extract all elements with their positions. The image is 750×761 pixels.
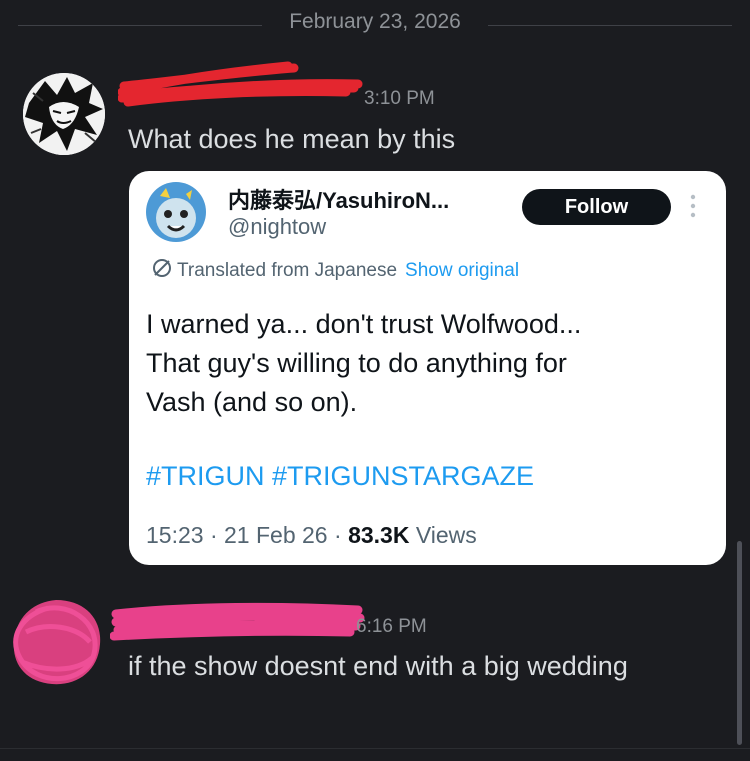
- tweet-metadata: 15:23 · 21 Feb 26 · 83.3K Views: [146, 522, 477, 549]
- author-handle[interactable]: @nightow: [228, 214, 326, 240]
- views-label: Views: [415, 522, 477, 548]
- redacted-avatar[interactable]: [6, 592, 106, 692]
- bottom-divider: [0, 748, 750, 749]
- tweet-body-line: I warned ya... don't trust Wolfwood...: [146, 309, 582, 339]
- cartoon-avatar-image: [146, 182, 206, 242]
- tweet-body-line: Vash (and so on).: [146, 387, 358, 417]
- translate-icon: [153, 259, 171, 277]
- follow-button[interactable]: Follow: [522, 189, 671, 225]
- redacted-username: [118, 61, 363, 107]
- redacted-username: [110, 602, 365, 641]
- message-timestamp: 3:10 PM: [364, 88, 435, 109]
- translated-label: Translated from Japanese: [177, 260, 398, 281]
- tweet-body-line: That guy's willing to do anything for: [146, 348, 567, 378]
- tweet-body: I warned ya... don't trust Wolfwood... T…: [146, 305, 706, 422]
- hashtag-link[interactable]: #TRIGUNSTARGAZE: [272, 461, 534, 491]
- tweet-embed-card[interactable]: 内藤泰弘/YasuhiroN... @nightow Follow Transl…: [129, 171, 726, 565]
- message-text: What does he mean by this: [128, 124, 456, 154]
- translation-notice: Translated from Japanese Show original: [151, 257, 519, 282]
- date-divider: February 23, 2026: [289, 10, 461, 33]
- more-options-icon[interactable]: [687, 193, 699, 219]
- author-display-name[interactable]: 内藤泰弘/YasuhiroN...: [228, 183, 449, 215]
- show-original-link[interactable]: Show original: [405, 260, 519, 281]
- scrollbar[interactable]: [737, 541, 742, 745]
- separator-dot: ·: [334, 522, 342, 548]
- views-count: 83.3K: [348, 522, 410, 548]
- separator-dot: ·: [209, 522, 218, 548]
- hashtag-link[interactable]: #TRIGUN: [146, 461, 265, 491]
- message-text: if the show doesnt end with a big weddin…: [128, 651, 628, 681]
- chat-view: February 23, 2026 3:10 PM What does he m…: [0, 0, 750, 761]
- manga-avatar-image: [23, 73, 105, 155]
- tweet-date[interactable]: 21 Feb 26: [224, 522, 328, 548]
- avatar[interactable]: [23, 73, 105, 155]
- message-timestamp: 6:16 PM: [356, 616, 427, 637]
- author-avatar[interactable]: [146, 182, 206, 242]
- tweet-time[interactable]: 15:23: [146, 522, 204, 548]
- hashtag-row: #TRIGUN #TRIGUNSTARGAZE: [146, 461, 534, 492]
